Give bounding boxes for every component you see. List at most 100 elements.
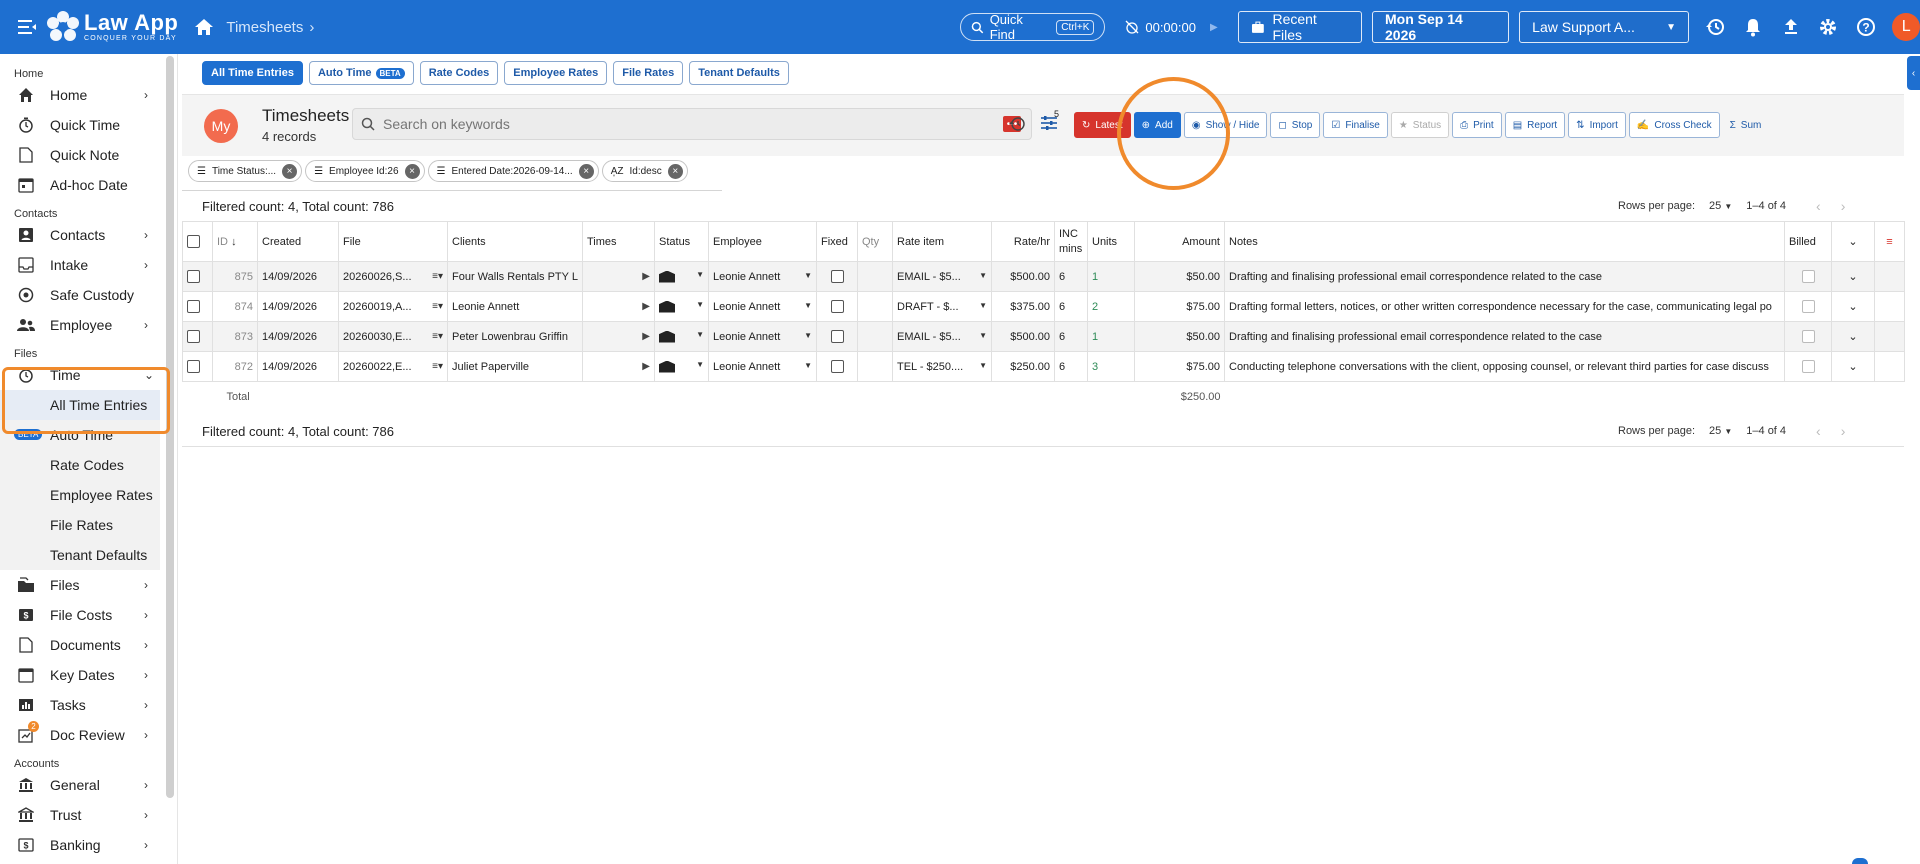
chip-sort-id[interactable]: A͎Z Id:desc × [601, 160, 688, 182]
cell-rate-item[interactable]: TEL - $250.... ▼ [892, 351, 992, 382]
cell-employee[interactable]: Leonie Annett ▼ [708, 351, 817, 382]
report-button[interactable]: ▤ Report [1504, 112, 1566, 138]
billed-checkbox[interactable] [1801, 300, 1815, 313]
sidebar-item-trust[interactable]: Trust › [0, 800, 177, 830]
header-status[interactable]: Status [654, 221, 709, 262]
sidebar-subitem-rate-codes[interactable]: Rate Codes [0, 450, 160, 480]
close-icon[interactable]: × [667, 163, 683, 179]
header-file[interactable]: File [338, 221, 448, 262]
table-row[interactable]: 875 14/09/2026 20260026,S... ≡▾ Four Walls R… [182, 261, 1905, 292]
reset-history-icon[interactable] [1008, 115, 1026, 138]
sidebar-item-time[interactable]: Time ⌄ [0, 360, 177, 390]
cell-status[interactable]: ▼ [654, 261, 709, 292]
add-button[interactable]: ⊕ Add [1133, 112, 1181, 138]
cell-units[interactable]: 1 [1087, 321, 1135, 352]
sidebar-item-banking[interactable]: $ Banking › [0, 830, 177, 860]
print-button[interactable]: ⎙ Print [1452, 112, 1502, 138]
sidebar-subitem-auto-time[interactable]: BETA Auto Time [0, 420, 160, 450]
cross-check-button[interactable]: ✍ Cross Check [1628, 112, 1720, 138]
header-filter-clear[interactable]: ≡ [1874, 221, 1905, 262]
latest-button[interactable]: ↻ Latest [1074, 112, 1131, 138]
recent-files-button[interactable]: Recent Files [1237, 11, 1363, 43]
cell-units[interactable]: 2 [1087, 291, 1135, 322]
cell-expand[interactable]: ⌄ [1831, 351, 1875, 382]
file-menu-icon[interactable]: ≡▾ [432, 361, 443, 372]
sidebar-item-intake[interactable]: Intake › [0, 250, 177, 280]
header-clients[interactable]: Clients [447, 221, 583, 262]
status-button[interactable]: ★ Status [1390, 112, 1450, 138]
header-rate-hr[interactable]: Rate/hr [991, 221, 1055, 262]
header-amount[interactable]: Amount [1134, 221, 1225, 262]
sidebar-item-contacts[interactable]: Contacts › [0, 220, 177, 250]
sidebar-item-documents[interactable]: Documents › [0, 630, 177, 660]
app-logo[interactable]: Law App CONQUER YOUR DAY [46, 10, 178, 44]
fixed-checkbox[interactable] [830, 360, 844, 373]
cell-rate-item[interactable]: EMAIL - $5... ▼ [892, 321, 992, 352]
tab-all-time-entries[interactable]: All Time Entries [202, 61, 303, 85]
fixed-checkbox[interactable] [830, 330, 844, 343]
sidebar-item-employee[interactable]: Employee › [0, 310, 177, 340]
import-button[interactable]: ⇅ Import [1568, 112, 1626, 138]
cell-file[interactable]: 20260030,E... ≡▾ [338, 321, 448, 352]
bell-icon[interactable] [1743, 17, 1763, 37]
header-rate-item[interactable]: Rate item [892, 221, 992, 262]
cell-status[interactable]: ▼ [654, 291, 709, 322]
timer-widget[interactable]: 00:00:00 ▶ [1115, 13, 1227, 41]
prev-page-icon[interactable]: ‹ [1816, 423, 1821, 439]
gear-icon[interactable] [1818, 17, 1838, 37]
current-date-button[interactable]: Mon Sep 14 2026 [1372, 11, 1510, 43]
header-created[interactable]: Created [257, 221, 339, 262]
header-fixed[interactable]: Fixed [816, 221, 858, 262]
menu-collapse-icon[interactable] [16, 16, 38, 38]
show-hide-button[interactable]: ◉ Show / Hide [1183, 112, 1268, 138]
fixed-checkbox[interactable] [830, 300, 844, 313]
play-icon[interactable]: ▶ [642, 331, 650, 342]
header-qty[interactable]: Qty [857, 221, 893, 262]
play-icon[interactable]: ▶ [642, 271, 650, 282]
header-billed[interactable]: Billed [1784, 221, 1832, 262]
prev-page-icon[interactable]: ‹ [1816, 198, 1821, 214]
chip-entered-date[interactable]: ☰ Entered Date:2026-09-14... × [427, 160, 599, 182]
row-checkbox[interactable] [187, 330, 200, 343]
table-row[interactable]: 874 14/09/2026 20260019,A... ≡▾ Leonie Annet… [182, 291, 1905, 322]
cell-expand[interactable]: ⌄ [1831, 321, 1875, 352]
play-icon[interactable]: ▶ [642, 361, 650, 372]
quick-find-button[interactable]: Quick Find Ctrl+K [960, 12, 1106, 42]
header-inc-mins[interactable]: INC mins [1054, 221, 1088, 262]
chip-employee-id[interactable]: ☰ Employee Id:26 × [305, 160, 425, 182]
header-expand[interactable]: ⌄ [1831, 221, 1875, 262]
search-input[interactable] [383, 116, 1003, 132]
cell-file[interactable]: 20260022,E... ≡▾ [338, 351, 448, 382]
row-checkbox[interactable] [187, 270, 200, 283]
right-panel-toggle[interactable]: ‹ [1907, 56, 1920, 90]
sidebar-subitem-file-rates[interactable]: File Rates [0, 510, 160, 540]
file-menu-icon[interactable]: ≡▾ [432, 301, 443, 312]
cell-status[interactable]: ▼ [654, 321, 709, 352]
tab-tenant-defaults[interactable]: Tenant Defaults [689, 61, 789, 85]
sidebar-item-quick-time[interactable]: Quick Time [0, 110, 177, 140]
timer-play-icon[interactable]: ▶ [1210, 22, 1218, 33]
header-times[interactable]: Times [582, 221, 655, 262]
cell-expand[interactable]: ⌄ [1831, 261, 1875, 292]
close-icon[interactable]: × [282, 163, 298, 179]
tab-file-rates[interactable]: File Rates [613, 61, 684, 85]
sidebar-subitem-employee-rates[interactable]: Employee Rates [0, 480, 160, 510]
play-icon[interactable]: ▶ [642, 301, 650, 312]
file-menu-icon[interactable]: ≡▾ [432, 331, 443, 342]
row-checkbox[interactable] [187, 360, 200, 373]
header-units[interactable]: Units [1087, 221, 1135, 262]
cell-file[interactable]: 20260026,S... ≡▾ [338, 261, 448, 292]
sidebar-item-key-dates[interactable]: Key Dates › [0, 660, 177, 690]
tab-auto-time[interactable]: Auto Time BETA [308, 61, 414, 85]
finalise-button[interactable]: ☑ Finalise [1323, 112, 1388, 138]
close-icon[interactable]: × [404, 163, 420, 179]
select-all-checkbox[interactable] [187, 235, 200, 248]
row-checkbox[interactable] [187, 300, 200, 313]
header-notes[interactable]: Notes [1224, 221, 1785, 262]
sidebar-item-home[interactable]: Home › [0, 80, 177, 110]
table-row[interactable]: 873 14/09/2026 20260030,E... ≡▾ Peter Lowenb… [182, 321, 1905, 352]
upload-icon[interactable] [1781, 17, 1801, 37]
tenant-select[interactable]: Law Support A... ▼ [1519, 11, 1690, 43]
sidebar-item-doc-review[interactable]: 2 Doc Review › [0, 720, 177, 750]
cell-status[interactable]: ▼ [654, 351, 709, 382]
